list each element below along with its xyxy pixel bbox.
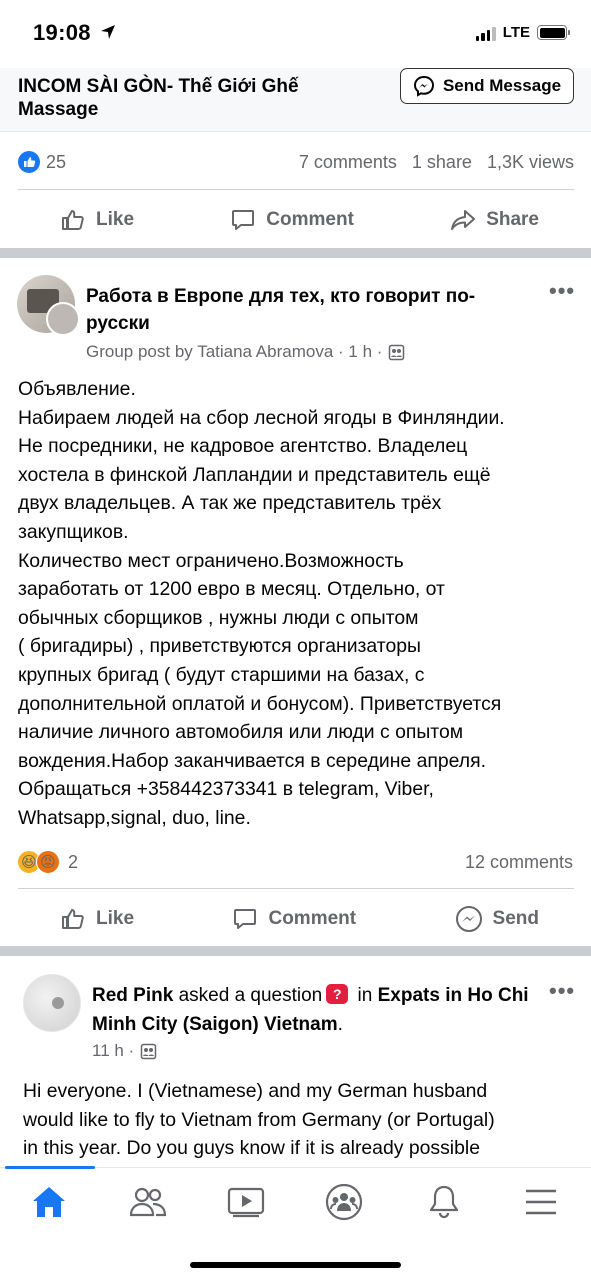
post-body: Hi everyone. I (Vietnamese) and my Germa… [23,1077,583,1163]
feed-separator [0,248,591,258]
question-icon: ? [326,983,349,1004]
body-line: заработать от 1200 евро в месяц. Отдельн… [18,578,445,601]
share-button[interactable]: Share [450,207,539,233]
group-name[interactable]: Работа в Европе для тех, кто говорит по-… [86,283,526,337]
feed-separator [0,946,591,956]
home-indicator[interactable] [190,1262,401,1268]
body-line: Обращаться +358442373341 в telegram, Vib… [18,778,434,801]
like-button[interactable]: Like [60,906,134,932]
share-label: Share [486,209,539,230]
share-count[interactable]: 1 share [412,152,472,173]
reactions-row: 😆 😡 2 12 comments [17,849,573,875]
ad-header: INCOM SÀI GÒN- Thế Giới Ghế Massage Send… [0,68,591,132]
tab-friends[interactable] [118,1180,178,1224]
group-privacy-icon [389,344,405,360]
send-message-label: Send Message [442,76,562,95]
messenger-icon [413,75,434,97]
post-meta: Group post by Tatiana Abramova · 1 h · [86,342,405,362]
body-line: in this year. Do you guys know if it is … [23,1137,480,1160]
question-header: Red Pink asked a question? in Expats in … [92,981,532,1039]
send-message-button[interactable]: Send Message [400,68,574,104]
active-tab-indicator [5,1166,95,1169]
body-line: дополнительной оплатой и бонусом). Приве… [18,692,502,715]
page-name[interactable]: INCOM SÀI GÒN- Thế Giới Ghế Massage [18,75,358,121]
comment-label: Comment [266,209,354,230]
menu-icon [526,1189,556,1215]
ad-stats-row: 25 7 comments 1 share 1,3K views [18,150,574,174]
network-type: LTE [502,24,530,41]
comment-label: Comment [268,908,357,929]
group-privacy-icon [140,1043,157,1059]
body-line: обычных сборщиков , нужны люди с опытом [18,606,419,629]
view-count: 1,3K views [486,151,574,172]
post-action-row: Like Comment Send [0,899,591,939]
thumbs-up-icon [62,909,84,929]
comment-button[interactable]: Comment [232,906,356,932]
like-label: Like [96,908,135,929]
body-line: Объявление. [18,378,136,400]
notifications-icon [429,1185,459,1219]
angry-reaction-icon: 😡 [36,850,60,874]
body-line: Количество мест ограничено.Возможность [18,549,404,572]
send-button[interactable]: Send [455,905,539,933]
in-text: in [357,985,373,1006]
tab-home[interactable] [19,1180,79,1224]
friends-icon [129,1187,167,1217]
share-icon [451,210,476,230]
asked-text: asked a question [178,985,323,1006]
like-button[interactable]: Like [60,207,134,233]
like-label: Like [96,209,135,230]
status-bar: 19:08 LTE [0,0,591,68]
divider [18,189,574,190]
author-avatar[interactable] [23,974,81,1032]
post-body: Объявление. Набираем людей на сбор лесно… [18,375,578,833]
tab-menu[interactable] [511,1180,571,1224]
comment-icon [234,909,257,929]
more-options-icon[interactable]: ••• [549,278,575,304]
body-line: наличие личного автомобиля или люди с оп… [18,721,464,744]
cellular-signal-icon [475,25,496,41]
author-avatar[interactable] [46,302,80,336]
tab-notifications[interactable] [414,1180,474,1224]
body-line: would like to fly to Vietnam from German… [23,1108,495,1131]
group-end: . [337,1014,343,1035]
author-name[interactable]: Red Pink [92,985,173,1006]
groups-icon [325,1183,363,1221]
comment-count[interactable]: 12 comments [465,852,573,873]
body-line: хостела в финской Лапландии и представит… [18,463,491,486]
status-time: 19:08 [33,20,91,45]
status-indicators: LTE [475,24,570,41]
post-meta-text: Group post by Tatiana Abramova · 1 h · [86,342,383,361]
body-line: Не посредники, не кадровое агентство. Вл… [18,435,468,458]
home-icon [33,1187,65,1217]
messenger-icon [455,906,482,932]
like-count[interactable]: 25 [46,152,66,173]
body-line: ( бригадиры) , приветствуются организато… [18,635,421,658]
body-line: вождения.Набор заканчивается в середине … [18,749,487,772]
watch-icon [227,1187,265,1218]
body-line: Hi everyone. I (Vietnamese) and my Germa… [23,1080,488,1102]
post-meta: 11 h · [92,1041,157,1061]
divider [18,888,574,889]
body-line: крупных бригад ( будут старшими на базах… [18,663,425,686]
more-options-icon[interactable]: ••• [549,978,575,1004]
body-line: закупщиков. [18,520,129,543]
reaction-count[interactable]: 2 [68,852,78,873]
comment-button[interactable]: Comment [230,207,354,233]
ad-action-row: Like Comment Share [0,200,591,240]
thumbs-up-icon [62,210,84,230]
post-meta-text: 11 h · [92,1041,135,1060]
battery-icon [537,25,570,40]
body-line: Набираем людей на сбор лесной ягоды в Фи… [18,406,505,429]
like-reaction-icon [18,151,40,173]
body-line: двух владельцев. А так же представитель … [18,492,442,515]
body-line: Whatsapp,signal, duo, line. [18,806,251,829]
reaction-icons[interactable]: 😆 😡 [17,850,60,874]
tab-watch[interactable] [216,1180,276,1224]
comment-count[interactable]: 7 comments [299,152,397,173]
send-label: Send [492,908,539,929]
location-arrow-icon [101,25,115,39]
tab-groups[interactable] [314,1180,374,1224]
comment-icon [232,210,255,230]
